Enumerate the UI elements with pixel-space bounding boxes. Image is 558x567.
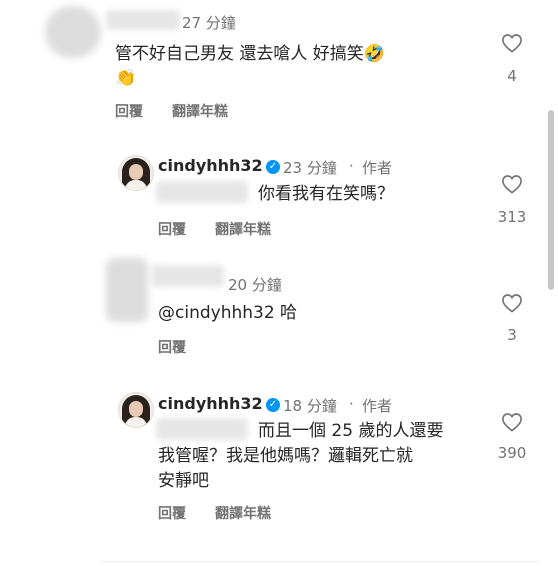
verified-badge-icon: ✓ (266, 160, 280, 174)
comment-text: 你看我有在笑嗎？ (258, 184, 394, 204)
reply-button[interactable]: 回覆 (115, 101, 143, 121)
comment-username[interactable]: cindyhhh32 (158, 394, 263, 413)
blurred-mention (156, 181, 248, 203)
heart-icon[interactable] (501, 412, 523, 432)
reply-button[interactable]: 回覆 (158, 337, 186, 357)
comment-text: 管不好自己男友 還去嗆人 好搞笑🤣 (115, 44, 385, 64)
separator-dot: · (349, 157, 354, 175)
comment-text: @cindyhhh32 哈 (158, 303, 298, 323)
like-count: 313 (497, 208, 527, 226)
scrollbar-thumb[interactable] (548, 110, 554, 290)
like-count: 4 (507, 67, 517, 85)
translate-button[interactable]: 翻譯年糕 (172, 101, 228, 121)
divider (100, 561, 540, 562)
heart-icon[interactable] (501, 293, 523, 313)
avatar[interactable] (118, 155, 154, 191)
author-label: 作者 (362, 159, 393, 177)
blurred-username (152, 265, 224, 287)
blurred-username (106, 10, 180, 30)
comment-time: 23 分鐘 (283, 159, 337, 177)
comment-text-continued: 安靜吧 (158, 471, 209, 491)
translate-button[interactable]: 翻譯年糕 (215, 219, 271, 239)
translate-button[interactable]: 翻譯年糕 (215, 503, 271, 523)
avatar[interactable] (118, 392, 154, 428)
heart-icon[interactable] (501, 33, 523, 53)
comment-text-continued: 👏 (115, 68, 137, 88)
blurred-avatar (45, 6, 101, 58)
reply-button[interactable]: 回覆 (158, 219, 186, 239)
like-count: 3 (507, 326, 517, 344)
separator-dot: · (349, 395, 354, 413)
comment-time: 18 分鐘 (283, 397, 337, 415)
blurred-mention (156, 418, 248, 440)
comment-text: 而且一個 25 歲的人還要 (258, 421, 444, 441)
author-label: 作者 (362, 397, 393, 415)
verified-badge-icon: ✓ (266, 398, 280, 412)
comment-text-continued: 我管喔？我是他媽嗎？邏輯死亡就 (158, 446, 413, 466)
heart-icon[interactable] (501, 174, 523, 194)
blurred-avatar (106, 258, 148, 322)
reply-button[interactable]: 回覆 (158, 503, 186, 523)
comment-time: 20 分鐘 (228, 276, 282, 294)
comment-username[interactable]: cindyhhh32 (158, 156, 263, 175)
comment-time: 27 分鐘 (182, 14, 236, 32)
like-count: 390 (497, 444, 527, 462)
